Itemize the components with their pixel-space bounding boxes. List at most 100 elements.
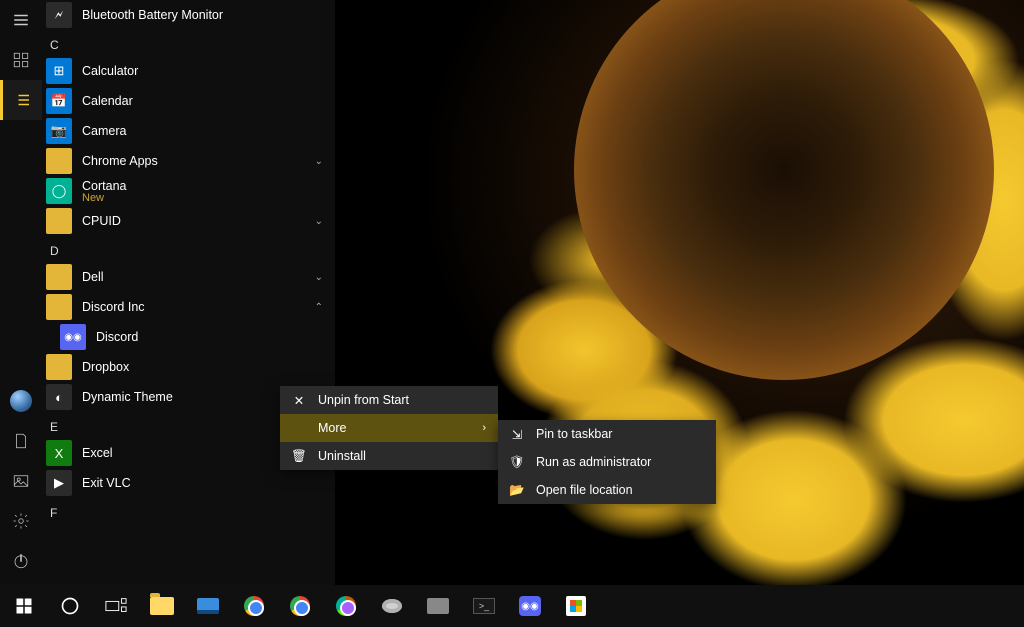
app-discord-inc[interactable]: Discord Inc ⌃ (42, 292, 335, 322)
chrome-button-1[interactable] (232, 585, 276, 627)
file-explorer-button[interactable] (140, 585, 184, 627)
ctx-label: Uninstall (318, 449, 366, 463)
app-label: Dell (82, 270, 104, 284)
power-button[interactable] (0, 541, 42, 581)
gear-icon (12, 512, 30, 530)
discord-button[interactable]: ◉◉ (508, 585, 552, 627)
ctx-run-as-admin[interactable]: 🛡 Run as administrator (498, 448, 716, 476)
monitor-icon (197, 598, 219, 614)
excel-icon: X (46, 440, 72, 466)
tiles-icon (12, 51, 30, 69)
pictures-icon (12, 472, 30, 490)
ctx-pin-to-taskbar[interactable]: ⇲ Pin to taskbar (498, 420, 716, 448)
printer-icon (427, 598, 449, 614)
command-prompt-button[interactable]: >_ (462, 585, 506, 627)
app-camera[interactable]: 📷 Camera (42, 116, 335, 146)
microsoft-store-button[interactable] (554, 585, 598, 627)
trash-icon: 🗑 (292, 449, 306, 464)
taskview-icon (105, 597, 127, 615)
section-c[interactable]: C (42, 30, 335, 56)
calculator-icon: ⊞ (46, 58, 72, 84)
ctx-label: Open file location (536, 483, 633, 497)
all-apps-button[interactable] (0, 80, 42, 120)
app-cortana[interactable]: ◯ Cortana New (42, 176, 335, 206)
ctx-uninstall[interactable]: 🗑 Uninstall (280, 442, 498, 470)
app-cpuid[interactable]: CPUID ⌄ (42, 206, 335, 236)
app-label: Bluetooth Battery Monitor (82, 8, 223, 22)
app-chrome-apps[interactable]: Chrome Apps ⌄ (42, 146, 335, 176)
app-dropbox[interactable]: Dropbox (42, 352, 335, 382)
disc-tool-button[interactable] (370, 585, 414, 627)
app-exit-vlc[interactable]: ▶ Exit VLC (42, 468, 335, 498)
app-label: Discord Inc (82, 300, 145, 314)
folder-icon (46, 294, 72, 320)
theme-icon: ◐ (46, 384, 72, 410)
document-icon (12, 432, 30, 450)
camera-icon: 📷 (46, 118, 72, 144)
chrome-button-2[interactable] (278, 585, 322, 627)
chrome-canary-button[interactable] (324, 585, 368, 627)
app-label: Camera (82, 124, 126, 138)
windows-icon (15, 597, 33, 615)
discord-icon: ◉◉ (519, 596, 541, 616)
app-discord[interactable]: ◉◉ Discord (42, 322, 335, 352)
documents-button[interactable] (0, 421, 42, 461)
section-f[interactable]: F (42, 498, 335, 524)
section-d[interactable]: D (42, 236, 335, 262)
app-calculator[interactable]: ⊞ Calculator (42, 56, 335, 86)
app-label: CPUID (82, 214, 121, 228)
app-calendar[interactable]: 📅 Calendar (42, 86, 335, 116)
context-menu: ✕ Unpin from Start More › 🗑 Uninstall (280, 386, 498, 470)
start-button[interactable] (2, 585, 46, 627)
ctx-unpin-from-start[interactable]: ✕ Unpin from Start (280, 386, 498, 414)
start-menu: 🗲 Bluetooth Battery Monitor C ⊞ Calculat… (0, 0, 335, 585)
app-label: Calculator (82, 64, 138, 78)
pinned-tiles-button[interactable] (0, 40, 42, 80)
pictures-button[interactable] (0, 461, 42, 501)
chevron-up-icon: ⌃ (315, 302, 323, 313)
folder-icon (46, 148, 72, 174)
apps-list[interactable]: 🗲 Bluetooth Battery Monitor C ⊞ Calculat… (42, 0, 335, 585)
app-label: Excel (82, 446, 113, 460)
folder-icon (150, 597, 174, 615)
folder-icon (46, 208, 72, 234)
folder-icon (46, 354, 72, 380)
unpin-icon: ✕ (292, 393, 306, 408)
ctx-more[interactable]: More › (280, 414, 498, 442)
list-icon (14, 91, 32, 109)
store-icon (566, 596, 586, 616)
task-view-button[interactable] (94, 585, 138, 627)
ctx-label: Pin to taskbar (536, 427, 612, 441)
app-label: Dynamic Theme (82, 390, 173, 404)
this-pc-button[interactable] (186, 585, 230, 627)
cortana-button[interactable] (48, 585, 92, 627)
shield-icon: 🛡 (510, 455, 524, 470)
user-account-button[interactable] (0, 381, 42, 421)
cortana-icon: ◯ (46, 178, 72, 204)
hamburger-icon (12, 11, 30, 29)
terminal-icon: >_ (473, 598, 495, 614)
chrome-icon (244, 596, 264, 616)
chevron-down-icon: ⌄ (315, 272, 323, 283)
ctx-open-file-location[interactable]: 📂 Open file location (498, 476, 716, 504)
app-label: Dropbox (82, 360, 129, 374)
settings-button[interactable] (0, 501, 42, 541)
printer-button[interactable] (416, 585, 460, 627)
chevron-down-icon: ⌄ (315, 216, 323, 227)
app-label: Exit VLC (82, 476, 131, 490)
new-badge: New (82, 193, 126, 204)
app-label: Calendar (82, 94, 133, 108)
ctx-label: Run as administrator (536, 455, 651, 469)
bluetooth-icon: 🗲 (46, 2, 72, 28)
ctx-label: Unpin from Start (318, 393, 409, 407)
discord-icon: ◉◉ (60, 324, 86, 350)
chrome-canary-icon (336, 596, 356, 616)
disc-icon (382, 599, 402, 613)
app-bluetooth-battery-monitor[interactable]: 🗲 Bluetooth Battery Monitor (42, 0, 335, 30)
power-icon (12, 552, 30, 570)
chrome-icon (290, 596, 310, 616)
chevron-down-icon: ⌄ (315, 156, 323, 167)
vlc-icon: ▶ (46, 470, 72, 496)
hamburger-button[interactable] (0, 0, 42, 40)
app-dell[interactable]: Dell ⌄ (42, 262, 335, 292)
